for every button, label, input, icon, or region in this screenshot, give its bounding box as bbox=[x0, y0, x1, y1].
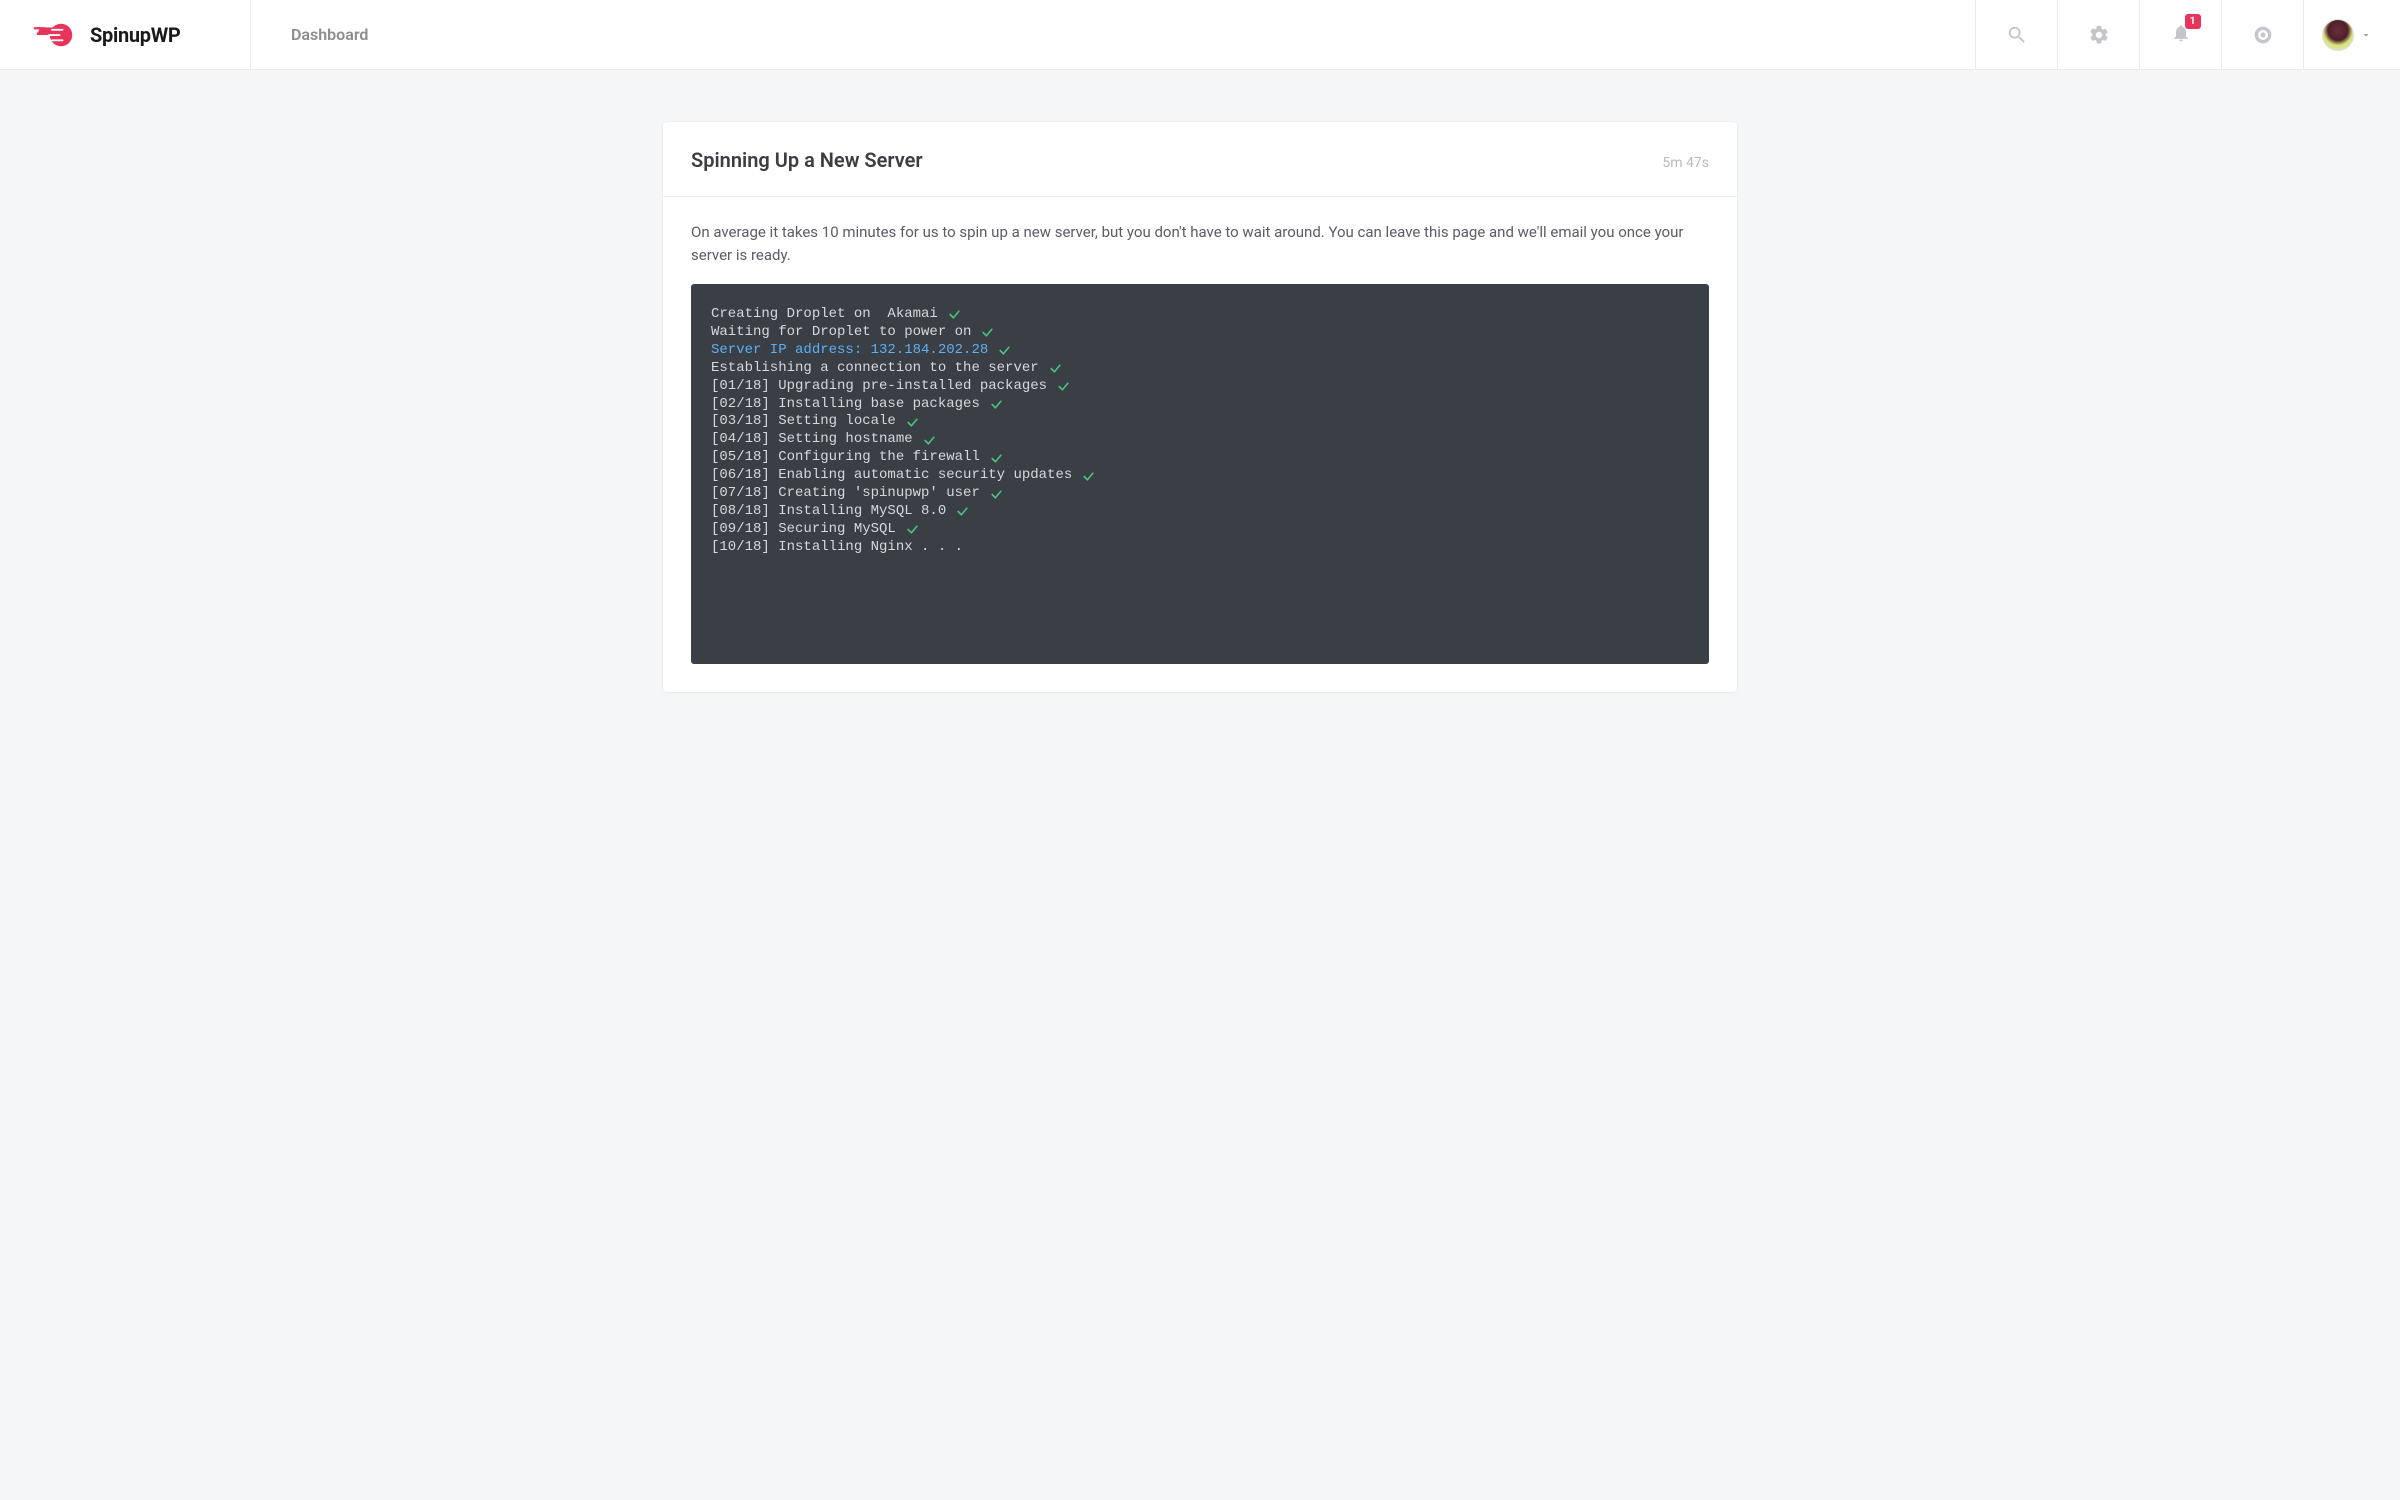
terminal-output: Creating Droplet on AkamaiWaiting for Dr… bbox=[691, 284, 1709, 664]
logo[interactable]: SpinupWP bbox=[0, 0, 250, 69]
check-icon bbox=[948, 308, 961, 321]
terminal-text: [09/18] Securing MySQL bbox=[711, 521, 896, 539]
terminal-line: [08/18] Installing MySQL 8.0 bbox=[711, 503, 1689, 521]
notification-badge: 1 bbox=[2185, 14, 2201, 29]
card-header: Spinning Up a New Server 5m 47s bbox=[663, 122, 1737, 197]
notifications-button[interactable]: 1 bbox=[2139, 0, 2221, 69]
avatar bbox=[2322, 19, 2354, 51]
terminal-line: [03/18] Setting locale bbox=[711, 413, 1689, 431]
helper-text: On average it takes 10 minutes for us to… bbox=[691, 221, 1709, 266]
page-title: Spinning Up a New Server bbox=[691, 148, 923, 172]
search-icon bbox=[2006, 24, 2028, 46]
check-icon bbox=[923, 434, 936, 447]
logo-mark: SpinupWP bbox=[30, 20, 181, 50]
terminal-text: Creating Droplet on Akamai bbox=[711, 306, 938, 324]
chevron-down-icon bbox=[2360, 29, 2372, 41]
terminal-text: [03/18] Setting locale bbox=[711, 413, 896, 431]
life-ring-icon bbox=[2253, 25, 2273, 45]
terminal-line: [09/18] Securing MySQL bbox=[711, 521, 1689, 539]
logo-text: SpinupWP bbox=[90, 23, 181, 47]
terminal-text: [07/18] Creating 'spinupwp' user bbox=[711, 485, 980, 503]
gear-icon bbox=[2088, 24, 2110, 46]
nav-dashboard[interactable]: Dashboard bbox=[291, 25, 368, 44]
page-content: Spinning Up a New Server 5m 47s On avera… bbox=[653, 122, 1747, 692]
account-menu[interactable] bbox=[2303, 0, 2400, 69]
terminal-text: [06/18] Enabling automatic security upda… bbox=[711, 467, 1072, 485]
primary-nav: Dashboard bbox=[250, 0, 1975, 69]
terminal-text: [10/18] Installing Nginx . . . bbox=[711, 539, 963, 557]
terminal-text: Waiting for Droplet to power on bbox=[711, 324, 971, 342]
spinupwp-logo-icon bbox=[30, 20, 80, 50]
card-body: On average it takes 10 minutes for us to… bbox=[663, 197, 1737, 692]
check-icon bbox=[1082, 470, 1095, 483]
terminal-line: [07/18] Creating 'spinupwp' user bbox=[711, 485, 1689, 503]
terminal-line: [01/18] Upgrading pre-installed packages bbox=[711, 378, 1689, 396]
terminal-line: [04/18] Setting hostname bbox=[711, 431, 1689, 449]
progress-card: Spinning Up a New Server 5m 47s On avera… bbox=[663, 122, 1737, 692]
check-icon bbox=[1049, 362, 1062, 375]
terminal-line: [10/18] Installing Nginx . . . bbox=[711, 539, 1689, 557]
check-icon bbox=[906, 523, 919, 536]
terminal-text: [05/18] Configuring the firewall bbox=[711, 449, 980, 467]
search-button[interactable] bbox=[1975, 0, 2057, 69]
terminal-line: [06/18] Enabling automatic security upda… bbox=[711, 467, 1689, 485]
terminal-text: [08/18] Installing MySQL 8.0 bbox=[711, 503, 946, 521]
terminal-line: Creating Droplet on Akamai bbox=[711, 306, 1689, 324]
check-icon bbox=[998, 344, 1011, 357]
top-bar: SpinupWP Dashboard 1 bbox=[0, 0, 2400, 70]
terminal-text: [01/18] Upgrading pre-installed packages bbox=[711, 378, 1047, 396]
settings-button[interactable] bbox=[2057, 0, 2139, 69]
help-button[interactable] bbox=[2221, 0, 2303, 69]
terminal-line: Waiting for Droplet to power on bbox=[711, 324, 1689, 342]
terminal-line: [05/18] Configuring the firewall bbox=[711, 449, 1689, 467]
check-icon bbox=[956, 505, 969, 518]
check-icon bbox=[990, 488, 1003, 501]
check-icon bbox=[906, 416, 919, 429]
check-icon bbox=[1057, 380, 1070, 393]
check-icon bbox=[990, 398, 1003, 411]
terminal-line[interactable]: Server IP address: 132.184.202.28 bbox=[711, 342, 1689, 360]
notification-wrap: 1 bbox=[2171, 23, 2191, 47]
terminal-text: [04/18] Setting hostname bbox=[711, 431, 913, 449]
check-icon bbox=[990, 452, 1003, 465]
terminal-text: Establishing a connection to the server bbox=[711, 360, 1039, 378]
elapsed-time: 5m 47s bbox=[1662, 155, 1709, 171]
terminal-line: [02/18] Installing base packages bbox=[711, 396, 1689, 414]
terminal-text: [02/18] Installing base packages bbox=[711, 396, 980, 414]
check-icon bbox=[981, 326, 994, 339]
terminal-line: Establishing a connection to the server bbox=[711, 360, 1689, 378]
terminal-text: Server IP address: 132.184.202.28 bbox=[711, 342, 988, 360]
